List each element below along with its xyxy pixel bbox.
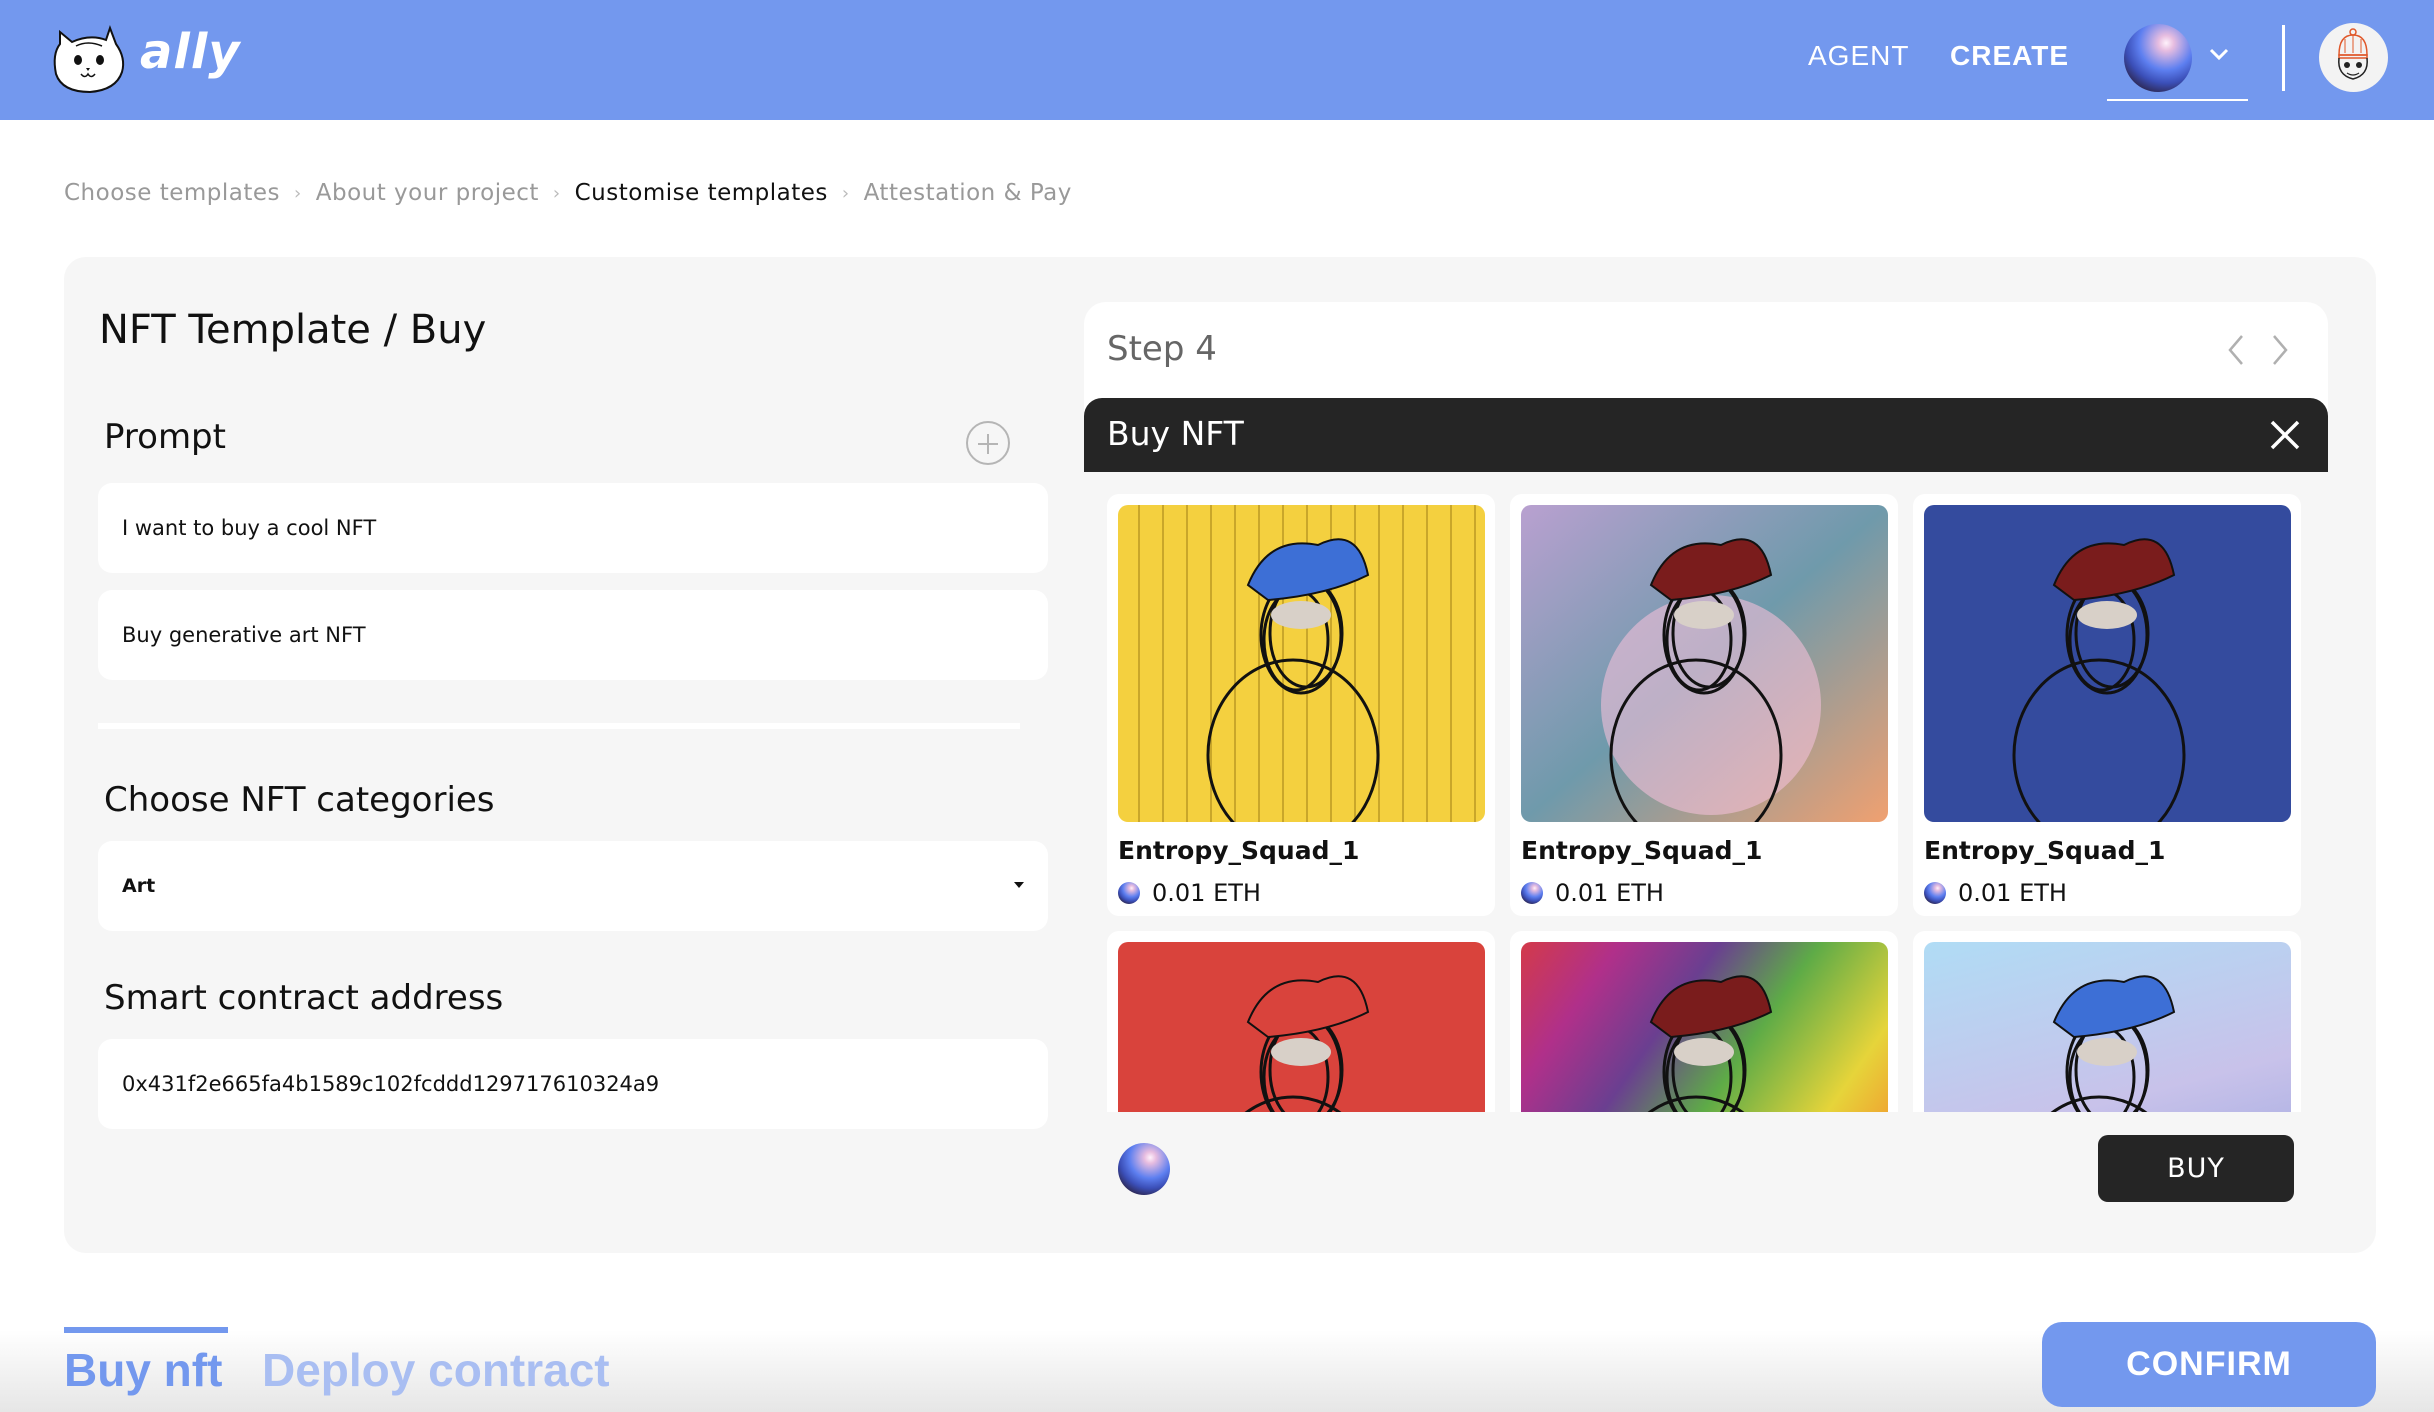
prompt-input-2[interactable] (122, 623, 1048, 647)
header-divider (2282, 25, 2285, 91)
nft-card[interactable]: Entropy_Squad_1 0.01 ETH (1107, 494, 1495, 916)
nft-artwork-icon (1521, 505, 1888, 822)
buy-button[interactable]: BUY (2098, 1135, 2294, 1202)
prompt-field-1[interactable] (98, 483, 1048, 573)
nft-artwork-icon (1521, 942, 1888, 1112)
eth-sphere-icon (1118, 1143, 1170, 1195)
buy-nft-title: Buy NFT (1107, 414, 1244, 453)
nft-image (1118, 942, 1485, 1112)
nft-price-value: 0.01 ETH (1152, 879, 1261, 907)
nft-artwork-icon (1924, 505, 2291, 822)
prompt-field-2[interactable] (98, 590, 1048, 680)
nft-card[interactable]: Entropy_Squad_1 0.01 ETH (1913, 494, 2301, 916)
chevron-right-icon: › (552, 182, 561, 204)
nft-card[interactable] (1913, 931, 2301, 1112)
caret-down-icon (1014, 882, 1024, 888)
nft-grid: Entropy_Squad_1 0.01 ETH Entropy_Squad_1 0.… (1107, 494, 2320, 1112)
nav-create[interactable]: CREATE (1950, 40, 2069, 72)
template-panel: NFT Template / Buy Prompt Choose NFT cat… (64, 257, 2376, 1253)
nft-image (1924, 505, 2291, 822)
prompt-label: Prompt (104, 417, 226, 457)
nft-price: 0.01 ETH (1521, 879, 1887, 907)
chevron-down-icon (2209, 48, 2229, 61)
tab-buy-nft[interactable]: Buy nft (64, 1343, 222, 1397)
nft-name: Entropy_Squad_1 (1118, 836, 1360, 865)
nft-artwork-icon (1118, 942, 1485, 1112)
contract-address-label: Smart contract address (104, 978, 504, 1018)
section-divider (98, 723, 1020, 729)
contract-address-input[interactable] (122, 1072, 1048, 1096)
user-avatar-icon (2338, 28, 2368, 80)
chevron-right-icon[interactable] (2270, 332, 2292, 368)
prompt-input-1[interactable] (122, 516, 1048, 540)
chevron-left-icon[interactable] (2224, 332, 2246, 368)
network-selector[interactable] (2107, 20, 2248, 101)
active-tab-indicator (64, 1327, 228, 1333)
breadcrumb: Choose templates › About your project › … (64, 180, 1072, 206)
nft-price-value: 0.01 ETH (1958, 879, 2067, 907)
nft-price: 0.01 ETH (1924, 879, 2290, 907)
nft-artwork-icon (1118, 505, 1485, 822)
step-label: Step 4 (1107, 329, 1217, 369)
user-avatar[interactable] (2319, 23, 2388, 92)
top-header: ally AGENT CREATE (0, 0, 2434, 120)
buy-nft-header: Buy NFT (1084, 398, 2328, 472)
eth-sphere-icon (2124, 24, 2192, 92)
nft-image (1521, 505, 1888, 822)
add-prompt-button[interactable] (966, 421, 1010, 465)
nft-image (1118, 505, 1485, 822)
nft-image (1521, 942, 1888, 1112)
breadcrumb-choose-templates[interactable]: Choose templates (64, 180, 280, 206)
nft-artwork-icon (1924, 942, 2291, 1112)
nft-grid-scroll[interactable]: Entropy_Squad_1 0.01 ETH Entropy_Squad_1 0.… (1107, 494, 2320, 1112)
chevron-right-icon: › (841, 182, 850, 204)
brand-name: ally (140, 24, 241, 80)
categories-label: Choose NFT categories (104, 780, 495, 820)
eth-sphere-icon (1521, 882, 1543, 904)
eth-sphere-icon (1118, 882, 1140, 904)
breadcrumb-customise-templates[interactable]: Customise templates (575, 180, 828, 206)
nft-card[interactable] (1510, 931, 1898, 1112)
contract-address-field[interactable] (98, 1039, 1048, 1129)
eth-sphere-icon (1924, 882, 1946, 904)
nft-image (1924, 942, 2291, 1112)
nft-price-value: 0.01 ETH (1555, 879, 1664, 907)
category-selected-value: Art (122, 875, 156, 897)
category-select[interactable]: Art (98, 841, 1048, 931)
nft-name: Entropy_Squad_1 (1521, 836, 1763, 865)
chevron-right-icon: › (294, 182, 302, 204)
nft-card[interactable]: Entropy_Squad_1 0.01 ETH (1510, 494, 1898, 916)
nft-price: 0.01 ETH (1118, 879, 1484, 907)
breadcrumb-attestation-pay[interactable]: Attestation & Pay (864, 180, 1072, 206)
breadcrumb-about-project[interactable]: About your project (316, 180, 539, 206)
nft-name: Entropy_Squad_1 (1924, 836, 2166, 865)
confirm-button[interactable]: CONFIRM (2042, 1322, 2376, 1407)
nft-card[interactable] (1107, 931, 1495, 1112)
nav-agent[interactable]: AGENT (1808, 40, 1909, 72)
tab-deploy-contract[interactable]: Deploy contract (262, 1343, 610, 1397)
cat-logo-icon[interactable] (50, 24, 128, 94)
close-icon[interactable] (2268, 418, 2302, 452)
page-title: NFT Template / Buy (99, 307, 487, 353)
